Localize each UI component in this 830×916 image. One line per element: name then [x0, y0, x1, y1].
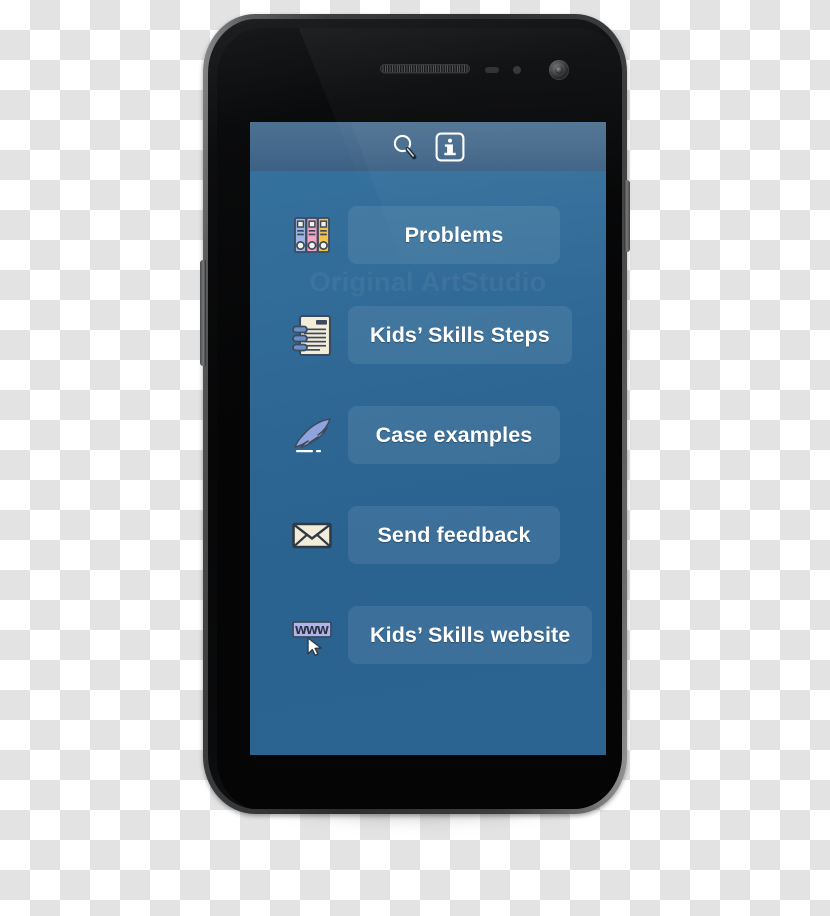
menu-button-send-feedback[interactable]: Send feedback	[348, 506, 560, 564]
proximity-sensor	[485, 67, 499, 73]
earpiece-speaker	[380, 64, 470, 73]
menu-row: Problems	[250, 185, 606, 285]
binders-icon	[290, 213, 334, 257]
notepad-icon	[290, 313, 334, 357]
envelope-icon	[290, 513, 334, 557]
menu-row: W W W Kids’ Skills website	[250, 585, 606, 685]
info-icon[interactable]	[434, 131, 466, 163]
menu-button-problems[interactable]: Problems	[348, 206, 560, 264]
menu-row: Send feedback	[250, 485, 606, 585]
menu-button-label: Kids’ Skills website	[370, 622, 571, 647]
device-body: Original ArtStudio Problems Kids’ Skills…	[208, 19, 622, 809]
app-topbar	[250, 122, 606, 171]
device-front-glass: Original ArtStudio Problems Kids’ Skills…	[217, 28, 622, 809]
www-cursor-icon: W W W	[290, 613, 334, 657]
menu-button-label: Send feedback	[377, 522, 531, 547]
menu-row: Kids’ Skills Steps	[250, 285, 606, 385]
quill-pen-icon	[290, 413, 334, 457]
phone-screen: Original ArtStudio Problems Kids’ Skills…	[250, 122, 606, 755]
front-camera-lens	[555, 66, 563, 74]
menu-button-label: Case examples	[375, 422, 533, 447]
app-menu-body: Original ArtStudio Problems Kids’ Skills…	[250, 171, 606, 755]
device-outer-frame: Original ArtStudio Problems Kids’ Skills…	[200, 14, 630, 814]
menu-button-kids-skills-steps[interactable]: Kids’ Skills Steps	[348, 306, 572, 364]
menu-row: Case examples	[250, 385, 606, 485]
svg-text:W: W	[317, 624, 329, 637]
menu-button-case-examples[interactable]: Case examples	[348, 406, 560, 464]
search-icon[interactable]	[390, 132, 420, 162]
front-camera	[549, 60, 569, 80]
volume-rocker[interactable]	[200, 260, 206, 366]
power-button[interactable]	[624, 180, 630, 252]
light-sensor	[513, 66, 521, 74]
menu-button-label: Problems	[404, 222, 504, 247]
phone-device: Original ArtStudio Problems Kids’ Skills…	[200, 14, 630, 828]
menu-button-label: Kids’ Skills Steps	[370, 322, 550, 347]
menu-button-kids-skills-website[interactable]: Kids’ Skills website	[348, 606, 593, 664]
